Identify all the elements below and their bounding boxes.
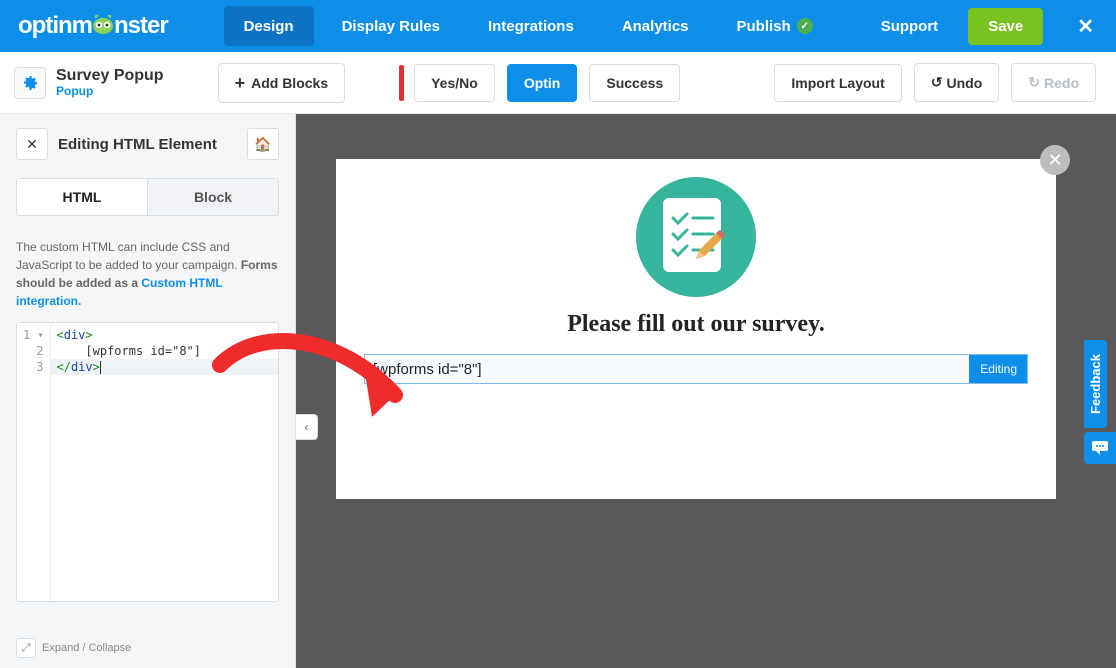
survey-icon [636, 177, 756, 297]
close-icon: ✕ [26, 136, 38, 153]
popup-headline[interactable]: Please fill out our survey. [567, 311, 825, 338]
canvas[interactable]: ‹ ✕ [296, 114, 1116, 668]
campaign-meta: Survey Popup Popup [56, 67, 164, 99]
chevron-left-icon: ‹ [305, 420, 309, 434]
panel-title: Editing HTML Element [58, 136, 217, 153]
top-nav: optinmnster Design Display Rules Integra… [0, 0, 1116, 52]
undo-label: Undo [947, 75, 983, 91]
add-blocks-label: Add Blocks [251, 75, 328, 91]
code-gutter: 1 ▾ 2 3 [17, 323, 51, 601]
expand-label: Expand / Collapse [42, 642, 131, 654]
text-cursor [100, 361, 101, 374]
panel-home-button[interactable]: 🏠 [247, 128, 279, 160]
feedback-widget: Feedback [1084, 340, 1116, 464]
nav-right: Support Save ✕ [847, 8, 1116, 45]
undo-button[interactable]: ↺ Undo [914, 63, 1000, 102]
nav-tab-publish-label: Publish [737, 18, 791, 35]
code-editor[interactable]: 1 ▾ 2 3 <div> [wpforms id="8"] </div> [16, 322, 279, 602]
popup-close-button[interactable]: ✕ [1040, 145, 1070, 175]
popup-html-content: [wpforms id="8"] [373, 361, 482, 378]
check-icon: ✓ [797, 18, 813, 34]
nav-tab-display-rules[interactable]: Display Rules [322, 6, 460, 46]
expand-icon: ⤢ [16, 638, 36, 658]
close-icon: ✕ [1077, 16, 1094, 38]
monster-icon [90, 14, 116, 36]
collapse-panel-button[interactable]: ‹ [296, 414, 318, 440]
save-button[interactable]: Save [968, 8, 1043, 45]
nav-support[interactable]: Support [861, 18, 959, 35]
help-text: The custom HTML can include CSS and Java… [16, 238, 279, 310]
step-optin-button[interactable]: Optin [507, 64, 578, 102]
campaign-title: Survey Popup [56, 67, 164, 85]
home-icon: 🏠 [254, 136, 271, 153]
nav-tab-publish[interactable]: Publish ✓ [717, 6, 833, 46]
brand-logo[interactable]: optinmnster [18, 12, 168, 40]
brand-logo-text: optinmnster [18, 12, 168, 40]
fold-icon[interactable]: ▾ [37, 328, 43, 344]
step-yesno-button[interactable]: Yes/No [414, 64, 495, 102]
step-success-button[interactable]: Success [589, 64, 680, 102]
add-blocks-button[interactable]: + Add Blocks [218, 63, 346, 103]
close-icon: ✕ [1047, 150, 1062, 171]
redo-label: Redo [1044, 75, 1079, 91]
panel-tab-html[interactable]: HTML [17, 179, 147, 215]
body: ✕ Editing HTML Element 🏠 HTML Block The … [0, 114, 1116, 668]
expand-collapse-button[interactable]: ⤢ Expand / Collapse [16, 638, 131, 658]
nav-tabs: Design Display Rules Integrations Analyt… [220, 0, 837, 52]
gear-icon [22, 75, 38, 91]
feedback-chat-button[interactable] [1084, 432, 1116, 464]
step-group: + Add Blocks Yes/No Optin Success [212, 63, 687, 103]
editing-badge: Editing [969, 355, 1027, 383]
undo-icon: ↺ [931, 74, 943, 91]
nav-tab-analytics[interactable]: Analytics [602, 6, 709, 46]
panel-tabs: HTML Block [16, 178, 279, 216]
chat-icon [1092, 441, 1108, 455]
campaign-settings-button[interactable] [14, 67, 46, 99]
sub-toolbar: Survey Popup Popup + Add Blocks Yes/No O… [0, 52, 1116, 114]
step-divider [399, 65, 404, 101]
popup-preview[interactable]: ✕ [336, 159, 1056, 499]
nav-tab-integrations[interactable]: Integrations [468, 6, 594, 46]
feedback-button[interactable]: Feedback [1084, 340, 1107, 428]
redo-button[interactable]: ↻ Redo [1011, 63, 1096, 102]
plus-icon: + [235, 74, 246, 92]
panel-header: ✕ Editing HTML Element 🏠 [16, 128, 279, 160]
redo-icon: ↻ [1028, 74, 1040, 91]
toolbar-right: Import Layout ↺ Undo ↻ Redo [768, 63, 1102, 102]
import-layout-button[interactable]: Import Layout [774, 64, 901, 102]
campaign-type[interactable]: Popup [56, 84, 164, 98]
popup-html-block[interactable]: [wpforms id="8"] Editing [364, 354, 1028, 384]
popup-content: Please fill out our survey. [wpforms id=… [336, 159, 1056, 384]
left-panel: ✕ Editing HTML Element 🏠 HTML Block The … [0, 114, 296, 668]
panel-close-button[interactable]: ✕ [16, 128, 48, 160]
checklist-icon [659, 194, 733, 280]
code-content[interactable]: <div> [wpforms id="8"] </div> [51, 323, 279, 601]
nav-close-button[interactable]: ✕ [1055, 14, 1116, 39]
panel-tab-block[interactable]: Block [147, 179, 278, 215]
nav-tab-design[interactable]: Design [224, 6, 314, 46]
